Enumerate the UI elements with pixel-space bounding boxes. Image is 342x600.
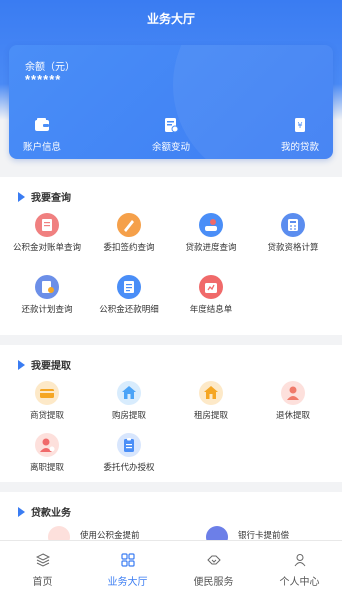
grid-item-rent-withdraw[interactable]: 租房提取 bbox=[175, 381, 247, 422]
grid-item-statement-query[interactable]: 公积金对账单查询 bbox=[11, 213, 83, 254]
grid-item-annual-interest[interactable]: 年度结息单 bbox=[175, 275, 247, 316]
withdraw-section: 我要提取 商贷提取 购房提取 租房提取 退休提取 离职提取 委托代办授权 bbox=[0, 345, 342, 482]
wallet-icon bbox=[35, 118, 49, 131]
grid-item-entrust-authorize[interactable]: 委托代办授权 bbox=[93, 433, 165, 474]
grid-item-label: 公积金还款明细 bbox=[99, 304, 159, 314]
resign-icon bbox=[35, 433, 59, 457]
bottom-navigation: 首页 业务大厅 便民服务 个人中心 bbox=[0, 540, 342, 600]
grid-item-label: 还款计划查询 bbox=[21, 304, 73, 314]
handshake-icon bbox=[206, 555, 221, 565]
nav-profile[interactable]: 个人中心 bbox=[257, 553, 342, 588]
balance-card: 余额（元） ****** 账户信息 余额变动 ¥ 我的贷款 bbox=[9, 45, 333, 159]
card-icon bbox=[35, 381, 59, 405]
nav-profile-label: 个人中心 bbox=[279, 577, 320, 588]
balance-change-label: 余额变动 bbox=[151, 142, 190, 153]
loan-section: 贷款业务 使用公积金提前 银行卡提前偿 bbox=[0, 492, 342, 540]
loan-item-label: 银行卡提前偿 bbox=[238, 530, 290, 540]
page-title: 业务大厅 bbox=[146, 12, 195, 26]
grid-item-label: 年度结息单 bbox=[189, 304, 233, 314]
plan-icon bbox=[35, 275, 59, 299]
nav-home[interactable]: 首页 bbox=[0, 553, 85, 588]
pen-icon bbox=[117, 213, 141, 237]
section-marker-icon bbox=[18, 507, 25, 517]
balance-value: ****** bbox=[25, 72, 62, 87]
loan-document-icon: ¥ bbox=[295, 118, 305, 132]
loan-section-title: 贷款业务 bbox=[18, 504, 71, 519]
nav-convenience-label: 便民服务 bbox=[193, 577, 234, 588]
grid-item-label: 委托代办授权 bbox=[103, 462, 155, 472]
repayment-detail-icon bbox=[117, 275, 141, 299]
my-loan-button[interactable]: ¥ 我的贷款 bbox=[255, 117, 333, 153]
grid-item-label: 商贷提取 bbox=[29, 410, 64, 420]
withdraw-section-title: 我要提取 bbox=[18, 357, 71, 372]
grid-item-resign-withdraw[interactable]: 离职提取 bbox=[11, 433, 83, 474]
grid-item-label: 离职提取 bbox=[29, 462, 64, 472]
retire-icon bbox=[281, 381, 305, 405]
clipboard-icon bbox=[117, 433, 141, 457]
grid-item-repay-detail[interactable]: 公积金还款明细 bbox=[93, 275, 165, 316]
annual-interest-icon bbox=[199, 275, 223, 299]
nav-convenience[interactable]: 便民服务 bbox=[171, 553, 256, 588]
person-icon bbox=[294, 554, 305, 567]
grid-item-label: 委扣签约查询 bbox=[103, 242, 155, 252]
balance-label: 余额（元） bbox=[25, 62, 75, 73]
loan-item-label: 使用公积金提前 bbox=[80, 530, 140, 540]
statement-icon bbox=[35, 213, 59, 237]
grid-item-sign-query[interactable]: 委扣签约查询 bbox=[93, 213, 165, 254]
section-marker-icon bbox=[18, 192, 25, 202]
layers-icon bbox=[35, 553, 50, 567]
balance-change-button[interactable]: 余额变动 bbox=[126, 117, 216, 153]
early-repay-icon bbox=[48, 526, 70, 540]
svg-text:¥: ¥ bbox=[297, 121, 302, 130]
house-icon bbox=[117, 381, 141, 405]
query-section: 我要查询 公积金对账单查询 委扣签约查询 贷款进度查询 贷款资格计算 还款计划查… bbox=[0, 177, 342, 335]
account-info-button[interactable]: 账户信息 bbox=[9, 117, 87, 153]
account-info-label: 账户信息 bbox=[22, 142, 61, 153]
grid-icon bbox=[120, 553, 135, 567]
grid-item-label: 购房提取 bbox=[111, 410, 146, 420]
query-section-title: 我要查询 bbox=[18, 189, 71, 204]
my-loan-label: 我的贷款 bbox=[280, 142, 319, 153]
calculator-icon bbox=[281, 213, 305, 237]
rent-house-icon bbox=[199, 381, 223, 405]
grid-item-label: 贷款资格计算 bbox=[267, 242, 319, 252]
grid-item-repay-plan[interactable]: 还款计划查询 bbox=[11, 275, 83, 316]
nav-business-hall-label: 业务大厅 bbox=[107, 577, 148, 588]
grid-item-label: 贷款进度查询 bbox=[185, 242, 237, 252]
grid-item-commercial-loan-withdraw[interactable]: 商贷提取 bbox=[11, 381, 83, 422]
grid-item-label: 退休提取 bbox=[275, 410, 310, 420]
nav-business-hall[interactable]: 业务大厅 bbox=[85, 553, 170, 588]
grid-item-loan-calculator[interactable]: 贷款资格计算 bbox=[257, 213, 329, 254]
grid-item-purchase-withdraw[interactable]: 购房提取 bbox=[93, 381, 165, 422]
grid-item-retire-withdraw[interactable]: 退休提取 bbox=[257, 381, 329, 422]
bank-card-icon bbox=[206, 526, 228, 540]
section-marker-icon bbox=[18, 360, 25, 370]
grid-item-label: 公积金对账单查询 bbox=[12, 242, 81, 252]
nav-home-label: 首页 bbox=[32, 577, 53, 588]
grid-item-loan-progress[interactable]: 贷款进度查询 bbox=[175, 213, 247, 254]
progress-icon bbox=[199, 213, 223, 237]
grid-item-label: 租房提取 bbox=[193, 410, 228, 420]
document-chart-icon bbox=[165, 118, 179, 133]
